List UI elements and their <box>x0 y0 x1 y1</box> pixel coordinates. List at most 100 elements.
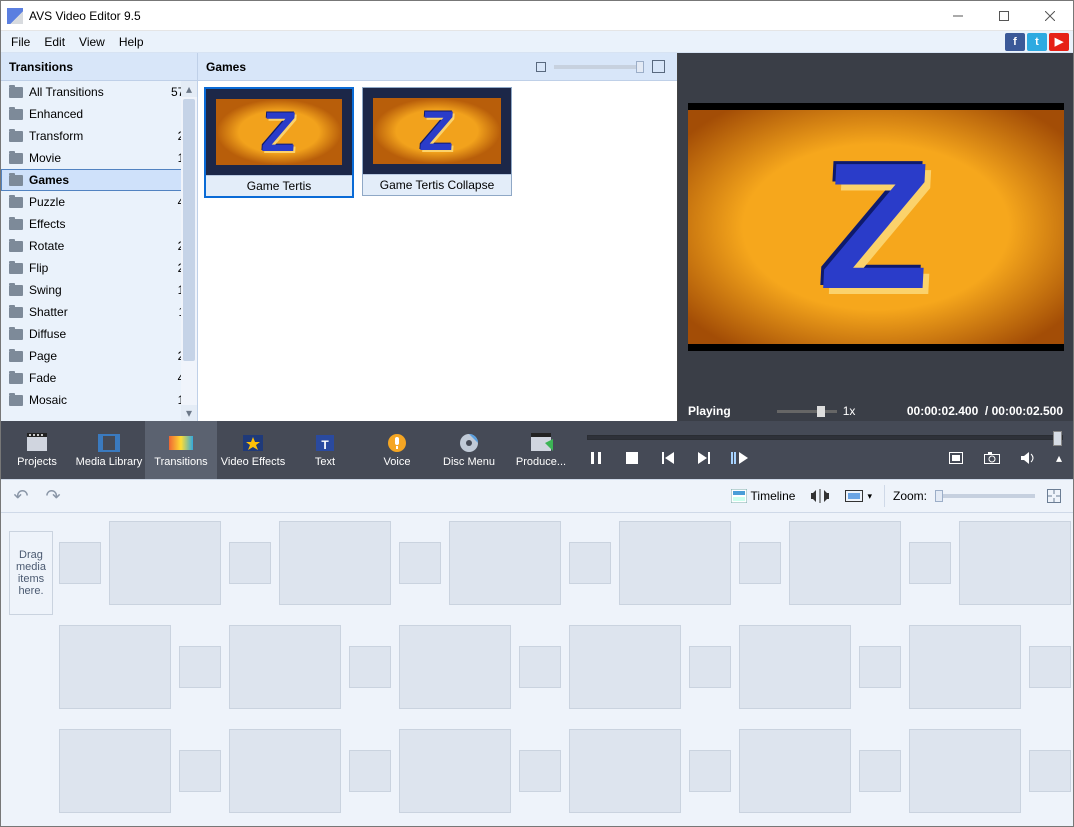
menu-edit[interactable]: Edit <box>38 33 71 51</box>
scroll-down-icon[interactable]: ▾ <box>181 405 197 421</box>
snapshot-icon[interactable] <box>983 450 1001 466</box>
timeline-view-toggle[interactable]: Timeline <box>727 487 800 505</box>
sidebar-item-label: Fade <box>29 371 178 385</box>
storyboard-transition-slot[interactable] <box>859 750 901 792</box>
storyboard-transition-slot[interactable] <box>179 750 221 792</box>
undo-button[interactable]: ↶ <box>9 486 33 506</box>
volume-menu-icon[interactable]: ▴ <box>1055 450 1063 466</box>
storyboard-clip-slot[interactable] <box>789 521 901 605</box>
storyboard-clip-slot[interactable] <box>399 625 511 709</box>
storyboard-clip-slot[interactable] <box>739 625 851 709</box>
thumb-size-slider[interactable] <box>554 65 644 69</box>
thumb-size-small-icon[interactable] <box>536 62 546 72</box>
sidebar-item-enhanced[interactable]: Enhanced8 <box>1 103 197 125</box>
tab-disc[interactable]: Disc Menu <box>433 421 505 479</box>
storyboard-clip-slot[interactable] <box>619 521 731 605</box>
thumb-size-large-icon[interactable] <box>652 60 665 73</box>
storyboard-transition-slot[interactable] <box>399 542 441 584</box>
sidebar-item-fade[interactable]: Fade46 <box>1 367 197 389</box>
volume-icon[interactable] <box>1019 450 1037 466</box>
scrollbar-thumb[interactable] <box>183 99 195 361</box>
sidebar-item-swing[interactable]: Swing18 <box>1 279 197 301</box>
menu-file[interactable]: File <box>5 33 36 51</box>
storyboard-transition-slot[interactable] <box>59 542 101 584</box>
storyboard-clip-slot[interactable] <box>59 625 171 709</box>
tab-vfx[interactable]: Video Effects <box>217 421 289 479</box>
tab-text[interactable]: TText <box>289 421 361 479</box>
sidebar-item-effects[interactable]: Effects2 <box>1 213 197 235</box>
storyboard-clip-slot[interactable] <box>569 625 681 709</box>
storyboard-drop-hint[interactable]: Drag media items here. <box>9 531 53 615</box>
storyboard-transition-slot[interactable] <box>909 542 951 584</box>
tab-projects[interactable]: Projects <box>1 421 73 479</box>
sidebar-item-flip[interactable]: Flip24 <box>1 257 197 279</box>
minimize-button[interactable] <box>935 1 981 31</box>
storyboard-transition-slot[interactable] <box>1029 646 1071 688</box>
storyboard-transition-slot[interactable] <box>349 646 391 688</box>
window-title: AVS Video Editor 9.5 <box>29 9 141 23</box>
tab-produce[interactable]: Produce... <box>505 421 577 479</box>
transition-thumb[interactable]: ZGame Tertis Collapse <box>362 87 512 196</box>
facebook-icon[interactable]: f <box>1005 33 1025 51</box>
transition-thumb[interactable]: ZGame Tertis <box>204 87 354 198</box>
redo-button[interactable]: ↷ <box>41 486 65 506</box>
tab-voice[interactable]: Voice <box>361 421 433 479</box>
storyboard-transition-slot[interactable] <box>689 646 731 688</box>
storyboard-transition-slot[interactable] <box>229 542 271 584</box>
stop-button[interactable] <box>623 450 641 466</box>
storyboard-clip-slot[interactable] <box>569 729 681 813</box>
scroll-up-icon[interactable]: ▴ <box>181 81 197 97</box>
maximize-button[interactable] <box>981 1 1027 31</box>
tab-transitions[interactable]: Transitions <box>145 421 217 479</box>
folder-icon <box>9 109 23 120</box>
sidebar-item-movie[interactable]: Movie16 <box>1 147 197 169</box>
storyboard-transition-slot[interactable] <box>859 646 901 688</box>
seek-bar[interactable] <box>587 435 1063 440</box>
storyboard-clip-slot[interactable] <box>229 625 341 709</box>
sidebar-item-games[interactable]: Games2 <box>1 169 197 191</box>
menu-view[interactable]: View <box>73 33 111 51</box>
storyboard-transition-slot[interactable] <box>519 750 561 792</box>
storyboard-clip-slot[interactable] <box>739 729 851 813</box>
zoom-fit-icon[interactable] <box>1043 487 1065 505</box>
fullscreen-icon[interactable] <box>947 450 965 466</box>
sidebar-item-puzzle[interactable]: Puzzle48 <box>1 191 197 213</box>
sidebar-item-mosaic[interactable]: Mosaic19 <box>1 389 197 411</box>
storyboard-clip-slot[interactable] <box>229 729 341 813</box>
storyboard-transition-slot[interactable] <box>179 646 221 688</box>
next-frame-button[interactable] <box>695 450 713 466</box>
pause-button[interactable] <box>587 450 605 466</box>
aspect-ratio-icon[interactable]: ▾ <box>841 487 876 505</box>
twitter-icon[interactable]: t <box>1027 33 1047 51</box>
storyboard-transition-slot[interactable] <box>1029 750 1071 792</box>
storyboard-clip-slot[interactable] <box>279 521 391 605</box>
sidebar-item-transform[interactable]: Transform22 <box>1 125 197 147</box>
sidebar-item-diffuse[interactable]: Diffuse4 <box>1 323 197 345</box>
storyboard-clip-slot[interactable] <box>449 521 561 605</box>
sidebar-item-shatter[interactable]: Shatter11 <box>1 301 197 323</box>
close-button[interactable] <box>1027 1 1073 31</box>
tab-media[interactable]: Media Library <box>73 421 145 479</box>
sidebar-scrollbar[interactable]: ▴ ▾ <box>181 81 197 421</box>
speed-slider[interactable] <box>777 410 837 413</box>
youtube-icon[interactable]: ▶ <box>1049 33 1069 51</box>
storyboard-clip-slot[interactable] <box>59 729 171 813</box>
storyboard-transition-slot[interactable] <box>349 750 391 792</box>
audio-balance-icon[interactable] <box>807 487 833 505</box>
sidebar-item-page[interactable]: Page28 <box>1 345 197 367</box>
storyboard-clip-slot[interactable] <box>909 625 1021 709</box>
storyboard-transition-slot[interactable] <box>739 542 781 584</box>
storyboard-clip-slot[interactable] <box>909 729 1021 813</box>
storyboard-transition-slot[interactable] <box>519 646 561 688</box>
storyboard-clip-slot[interactable] <box>109 521 221 605</box>
storyboard-transition-slot[interactable] <box>569 542 611 584</box>
zoom-slider[interactable] <box>935 494 1035 498</box>
storyboard-clip-slot[interactable] <box>959 521 1071 605</box>
sidebar-item-rotate[interactable]: Rotate22 <box>1 235 197 257</box>
play-split-button[interactable] <box>731 450 749 466</box>
sidebar-item-all-transitions[interactable]: All Transitions578 <box>1 81 197 103</box>
prev-frame-button[interactable] <box>659 450 677 466</box>
storyboard-transition-slot[interactable] <box>689 750 731 792</box>
storyboard-clip-slot[interactable] <box>399 729 511 813</box>
menu-help[interactable]: Help <box>113 33 150 51</box>
